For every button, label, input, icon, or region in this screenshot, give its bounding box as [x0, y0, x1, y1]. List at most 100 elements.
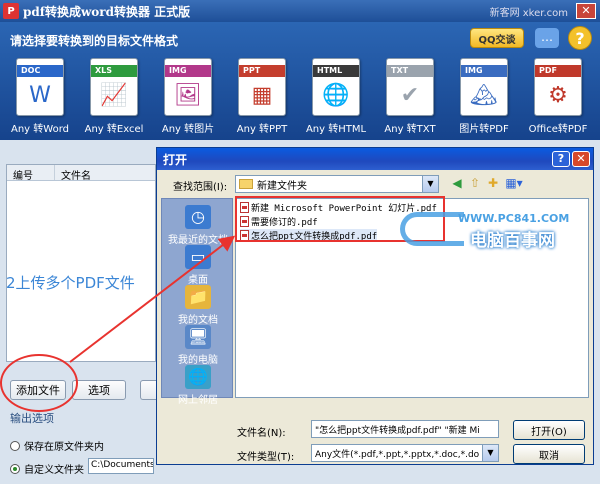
app-logo-icon: P [3, 3, 19, 19]
look-in-label: 查找范围(I): [173, 182, 228, 193]
format-tag: IMG [461, 65, 507, 77]
desktop-icon: ▭ [185, 245, 211, 269]
format-tile-ppt[interactable]: PPT ▦ Any 转PPT [230, 58, 294, 144]
col-filename[interactable]: 文件名 [55, 165, 97, 182]
dialog-close-button[interactable]: ✕ [572, 151, 590, 167]
watermark-swoosh [400, 212, 464, 246]
custom-folder-label: 自定义文件夹 [24, 465, 84, 476]
custom-folder-radio[interactable] [10, 463, 20, 474]
img-document-icon: IMG 🖼 [164, 58, 212, 116]
keep-original-option[interactable]: 保存在原文件夹内 [10, 438, 104, 453]
format-glyph-icon: ✔ [400, 83, 420, 108]
place-network-label: 网上邻居 [178, 395, 218, 406]
format-glyph-icon: W [29, 83, 51, 108]
clock-icon: ◷ [185, 205, 211, 229]
app-title: pdf转换成word转换器 正式版 [23, 4, 191, 19]
format-tag: PPT [239, 65, 285, 77]
format-tag: IMG [165, 65, 211, 77]
format-label: Any 转图片 [161, 124, 215, 135]
open-file-dialog: 打开 ? ✕ 查找范围(I): 新建文件夹 ▼ ◀ ⇧ ✚ ▦▾ ◷ 我最近的文… [156, 147, 594, 465]
cancel-button[interactable]: 取消 [513, 444, 585, 464]
format-glyph-icon: 🏔 [470, 83, 498, 108]
filename-input[interactable]: "怎么把ppt文件转换成pdf.pdf" "新建 Mi [311, 420, 499, 438]
pdf-document-icon: PDF ⚙ [534, 58, 582, 116]
format-tile-txt[interactable]: TXT ✔ Any 转TXT [378, 58, 442, 144]
look-in-select[interactable]: 新建文件夹 ▼ [235, 175, 439, 193]
place-desktop[interactable]: ▭ 桌面 [162, 245, 234, 286]
format-tile-img[interactable]: IMG 🏔 图片转PDF [452, 58, 516, 144]
format-tile-pdf[interactable]: PDF ⚙ Office转PDF [526, 58, 590, 144]
watermark-url: WWW.PC841.COM [458, 212, 570, 225]
options-button[interactable]: 选项 [72, 380, 126, 400]
xls-document-icon: XLS 📈 [90, 58, 138, 116]
chevron-down-icon[interactable]: ▼ [482, 445, 498, 461]
view-menu-icon[interactable]: ▦▾ [503, 175, 525, 191]
dialog-title: 打开 [163, 152, 188, 167]
format-tag: XLS [91, 65, 137, 77]
place-documents[interactable]: 📁 我的文档 [162, 285, 234, 326]
custom-folder-option[interactable]: 自定义文件夹 [10, 461, 84, 476]
format-label: Any 转PPT [236, 124, 288, 135]
keep-original-radio[interactable] [10, 440, 20, 451]
format-glyph-icon: ▦ [251, 83, 273, 108]
qq-chat-button[interactable]: QQ交谈 [470, 28, 524, 48]
documents-folder-icon: 📁 [185, 285, 211, 309]
format-glyph-icon: 📈 [100, 83, 128, 108]
place-network[interactable]: 🌐 网上邻居 [162, 365, 234, 406]
filetype-value: Any文件(*.pdf,*.ppt,*.pptx,*.doc,*.do [315, 450, 480, 460]
format-tag: TXT [387, 65, 433, 77]
format-tile-xls[interactable]: XLS 📈 Any 转Excel [82, 58, 146, 144]
chevron-down-icon[interactable]: ▼ [422, 176, 438, 192]
format-tag: PDF [535, 65, 581, 77]
network-icon: 🌐 [185, 365, 211, 389]
txt-document-icon: TXT ✔ [386, 58, 434, 116]
help-icon[interactable]: ? [568, 26, 592, 50]
dialog-title-bar: 打开 [157, 148, 593, 170]
format-glyph-icon: 🖼 [174, 83, 202, 108]
ppt-document-icon: PPT ▦ [238, 58, 286, 116]
add-file-highlight-circle [0, 354, 78, 412]
format-tag: DOC [17, 65, 63, 77]
format-label: Any 转Word [11, 124, 69, 135]
filetype-label: 文件类型(T): [237, 452, 295, 463]
upload-hint: 2上传多个PDF文件 [6, 274, 135, 292]
title-bar: P pdf转换成word转换器 正式版 新客网 xker.com ✕ [0, 0, 600, 22]
custom-path-field[interactable]: C:\Documents a [88, 458, 154, 474]
place-computer[interactable]: 🖥 我的电脑 [162, 325, 234, 366]
keep-original-label: 保存在原文件夹内 [24, 442, 104, 453]
format-label: 图片转PDF [459, 124, 509, 135]
look-in-value: 新建文件夹 [257, 180, 307, 192]
open-button[interactable]: 打开(O) [513, 420, 585, 440]
back-icon[interactable]: ◀ [449, 175, 465, 191]
converter-app: P pdf转换成word转换器 正式版 新客网 xker.com ✕ 请选择要转… [0, 0, 600, 484]
format-label: Any 转Excel [84, 124, 144, 135]
html-document-icon: HTML 🌐 [312, 58, 360, 116]
col-number[interactable]: 编号 [7, 165, 55, 182]
format-label: Any 转TXT [384, 124, 436, 135]
dialog-help-button[interactable]: ? [552, 151, 570, 167]
format-glyph-icon: 🌐 [322, 83, 350, 108]
up-folder-icon[interactable]: ⇧ [467, 175, 483, 191]
new-folder-icon[interactable]: ✚ [485, 175, 501, 191]
format-tile-html[interactable]: HTML 🌐 Any 转HTML [304, 58, 368, 144]
computer-icon: 🖥 [185, 325, 211, 349]
place-recent[interactable]: ◷ 我最近的文档 [162, 205, 234, 246]
chat-bubble-icon[interactable]: … [535, 28, 559, 48]
format-label: Office转PDF [528, 124, 588, 135]
places-bar: ◷ 我最近的文档 ▭ 桌面 📁 我的文档 🖥 我的电脑 🌐 网上邻居 [161, 198, 234, 406]
format-prompt: 请选择要转换到的目标文件格式 [10, 34, 179, 48]
file-list-panel[interactable]: 编号 文件名 [6, 164, 156, 362]
watermark-brand: 电脑百事网 [470, 231, 555, 251]
format-tile-img[interactable]: IMG 🖼 Any 转图片 [156, 58, 220, 144]
site-watermark: 新客网 xker.com [489, 8, 568, 19]
format-glyph-icon: ⚙ [548, 83, 568, 108]
format-label: Any 转HTML [305, 124, 367, 135]
folder-icon [239, 179, 253, 189]
filetype-select[interactable]: Any文件(*.pdf,*.ppt,*.pptx,*.doc,*.do ▼ [311, 444, 499, 462]
format-tile-doc[interactable]: DOC W Any 转Word [8, 58, 72, 144]
app-close-button[interactable]: ✕ [576, 3, 596, 19]
img-document-icon: IMG 🏔 [460, 58, 508, 116]
doc-document-icon: DOC W [16, 58, 64, 116]
file-list-header: 编号 文件名 [7, 165, 155, 182]
output-options-title: 输出选项 [10, 412, 54, 425]
